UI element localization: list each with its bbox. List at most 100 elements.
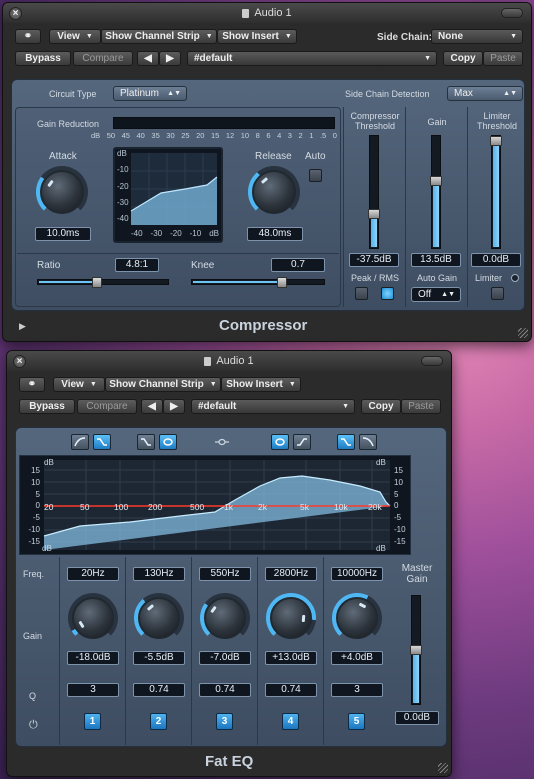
band-gain-value[interactable]: +4.0dB xyxy=(331,651,383,665)
toolbar-toggle-button[interactable] xyxy=(501,8,523,18)
compare-button[interactable]: Compare xyxy=(77,399,137,414)
show-channel-strip-menu[interactable]: Show Channel Strip ▼ xyxy=(101,29,217,44)
band-enable-button[interactable]: 2 xyxy=(150,713,167,730)
band-freq-value[interactable]: 130Hz xyxy=(133,567,185,581)
band-q-value[interactable]: 0.74 xyxy=(133,683,185,697)
band-gain-knob[interactable] xyxy=(270,597,312,639)
band-q-value[interactable]: 3 xyxy=(67,683,119,697)
side-chain-detection-select[interactable]: Max ▲▼ xyxy=(447,86,523,101)
prev-preset-button[interactable]: ◀ xyxy=(137,51,159,66)
master-gain-thumb[interactable] xyxy=(410,645,422,655)
band-freq-value[interactable]: 550Hz xyxy=(199,567,251,581)
disclosure-triangle-icon[interactable]: ▶ xyxy=(19,321,26,332)
show-insert-menu[interactable]: Show Insert ▼ xyxy=(217,29,297,44)
band5-highshelf-button[interactable] xyxy=(337,434,355,450)
band4-shelf-button[interactable] xyxy=(293,434,311,450)
band-q-value[interactable]: 0.74 xyxy=(199,683,251,697)
band1-lowshelf-button[interactable] xyxy=(93,434,111,450)
band-gain-value[interactable]: -18.0dB xyxy=(67,651,119,665)
release-value[interactable]: 48.0ms xyxy=(247,227,303,241)
limiter-threshold-value[interactable]: 0.0dB xyxy=(471,253,521,267)
band-gain-knob[interactable] xyxy=(336,597,378,639)
eq-y-labels-left: 15 10 5 0 -5 -10 -15 xyxy=(24,466,40,546)
ratio-value[interactable]: 4.8:1 xyxy=(115,258,159,272)
graph-x-tick: -40 xyxy=(131,229,143,238)
close-icon[interactable]: × xyxy=(13,355,26,368)
band2-peak-button[interactable] xyxy=(159,434,177,450)
toolbar-toggle-button[interactable] xyxy=(421,356,443,366)
band3-peak-icon[interactable] xyxy=(215,437,229,447)
view-menu[interactable]: View ▼ xyxy=(49,29,101,44)
link-button[interactable]: ⚭ xyxy=(19,377,45,392)
resize-handle-icon[interactable] xyxy=(518,328,528,338)
show-channel-strip-menu[interactable]: Show Channel Strip ▼ xyxy=(105,377,221,392)
knee-slider[interactable] xyxy=(191,277,325,288)
band-gain-value[interactable]: -7.0dB xyxy=(199,651,251,665)
band-enable-button[interactable]: 5 xyxy=(348,713,365,730)
eq-y-tick: 15 xyxy=(394,466,403,475)
band-gain-value[interactable]: -5.5dB xyxy=(133,651,185,665)
band-enable-button[interactable]: 4 xyxy=(282,713,299,730)
auto-gain-select[interactable]: Off ▲▼ xyxy=(411,287,461,302)
resize-handle-icon[interactable] xyxy=(438,763,448,773)
next-preset-button[interactable]: ▶ xyxy=(159,51,181,66)
compressor-threshold-thumb[interactable] xyxy=(368,209,380,220)
compressor-threshold-value[interactable]: -37.5dB xyxy=(349,253,399,267)
band1-lowcut-button[interactable] xyxy=(71,434,89,450)
bypass-button[interactable]: Bypass xyxy=(19,399,75,414)
knee-value[interactable]: 0.7 xyxy=(271,258,325,272)
band5-highcut-button[interactable] xyxy=(359,434,377,450)
preset-select[interactable]: #default ▼ xyxy=(187,51,437,66)
band-enable-button[interactable]: 1 xyxy=(84,713,101,730)
show-insert-menu[interactable]: Show Insert ▼ xyxy=(221,377,301,392)
peak-checkbox[interactable] xyxy=(355,287,368,300)
link-button[interactable]: ⚭ xyxy=(15,29,41,44)
gain-reduction-scale-tick: dB xyxy=(91,131,101,140)
band-gain-value[interactable]: +13.0dB xyxy=(265,651,317,665)
compressor-threshold-slider[interactable] xyxy=(368,135,380,249)
gain-slider[interactable] xyxy=(430,135,442,249)
eq-titlebar[interactable]: Audio 1 xyxy=(7,351,451,371)
band-freq-value[interactable]: 2800Hz xyxy=(265,567,317,581)
master-gain-slider[interactable] xyxy=(410,595,422,705)
band-q-value[interactable]: 0.74 xyxy=(265,683,317,697)
band-enable-button[interactable]: 3 xyxy=(216,713,233,730)
knee-slider-thumb[interactable] xyxy=(276,277,287,288)
power-icon: ⏻ xyxy=(29,719,38,731)
copy-button[interactable]: Copy xyxy=(443,51,483,66)
master-gain-value[interactable]: 0.0dB xyxy=(395,711,439,725)
band-gain-knob[interactable] xyxy=(204,597,246,639)
release-knob[interactable] xyxy=(252,170,296,214)
band-freq-value[interactable]: 10000Hz xyxy=(331,567,383,581)
circuit-type-select[interactable]: Platinum ▲▼ xyxy=(113,86,187,101)
bypass-button[interactable]: Bypass xyxy=(15,51,71,66)
band-gain-knob[interactable] xyxy=(138,597,180,639)
gain-value[interactable]: 13.5dB xyxy=(411,253,461,267)
auto-release-checkbox[interactable] xyxy=(309,169,322,182)
gain-thumb[interactable] xyxy=(430,175,442,186)
attack-knob[interactable] xyxy=(40,170,84,214)
copy-button[interactable]: Copy xyxy=(361,399,401,414)
rms-checkbox[interactable] xyxy=(381,287,394,300)
side-chain-select[interactable]: None ▼ xyxy=(431,29,523,44)
view-menu[interactable]: View ▼ xyxy=(53,377,105,392)
compare-button[interactable]: Compare xyxy=(73,51,133,66)
limiter-threshold-slider[interactable] xyxy=(490,135,502,249)
limiter-threshold-thumb[interactable] xyxy=(490,136,502,146)
paste-button[interactable]: Paste xyxy=(401,399,441,414)
band4-peak-button[interactable] xyxy=(271,434,289,450)
band-freq-value[interactable]: 20Hz xyxy=(67,567,119,581)
band-q-value[interactable]: 3 xyxy=(331,683,383,697)
attack-value[interactable]: 10.0ms xyxy=(35,227,91,241)
close-icon[interactable]: × xyxy=(9,7,22,20)
ratio-slider[interactable] xyxy=(37,277,169,288)
preset-select[interactable]: #default ▼ xyxy=(191,399,355,414)
prev-preset-button[interactable]: ◀ xyxy=(141,399,163,414)
next-preset-button[interactable]: ▶ xyxy=(163,399,185,414)
paste-button[interactable]: Paste xyxy=(483,51,523,66)
limiter-checkbox[interactable] xyxy=(491,287,504,300)
ratio-slider-thumb[interactable] xyxy=(91,277,102,288)
band2-shelf-button[interactable] xyxy=(137,434,155,450)
band-gain-knob[interactable] xyxy=(72,597,114,639)
compressor-titlebar[interactable]: Audio 1 xyxy=(3,3,531,23)
